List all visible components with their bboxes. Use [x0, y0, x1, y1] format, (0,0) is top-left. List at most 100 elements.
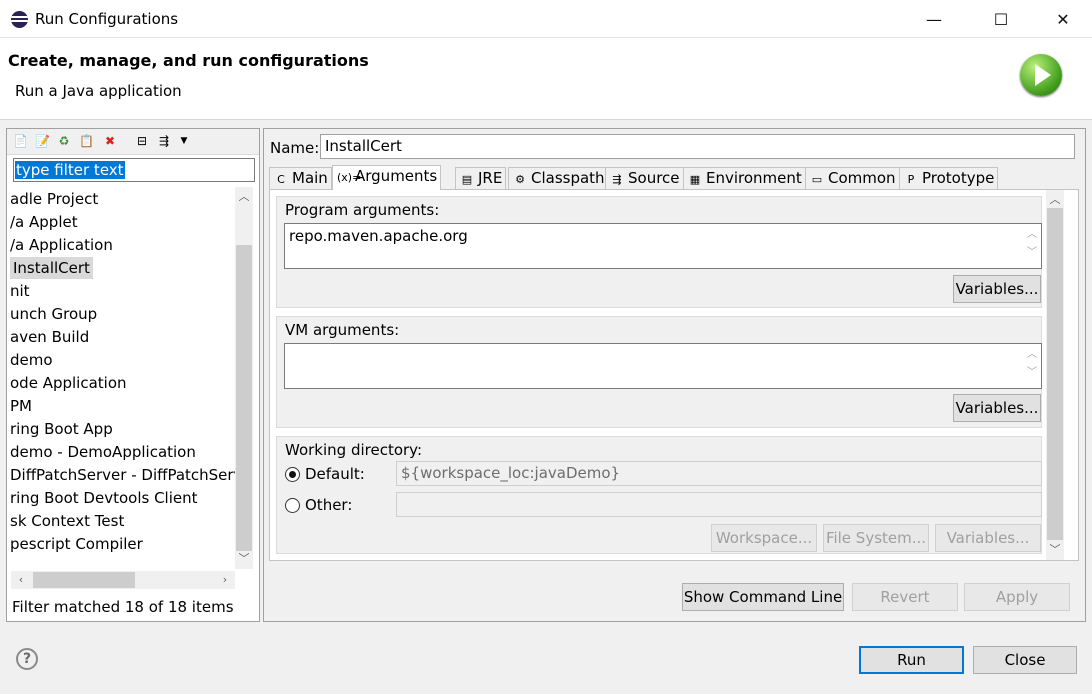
vm-arguments-input[interactable]: ︿ ﹀ [284, 343, 1042, 389]
tab-main-icon: C [277, 173, 285, 186]
dialog-subtitle: Run a Java application [15, 82, 182, 100]
program-arguments-value: repo.maven.apache.org [289, 227, 468, 245]
scroll-down-icon[interactable]: ﹀ [236, 551, 252, 567]
tab-source[interactable]: ⇶ Source [605, 167, 684, 189]
other-radio[interactable] [285, 498, 300, 513]
filter-text: type filter text [15, 161, 125, 179]
arguments-tab-panel: Program arguments: repo.maven.apache.org… [269, 189, 1079, 561]
tab-label: Arguments [355, 167, 438, 185]
panel-scroll-thumb[interactable] [1047, 208, 1063, 540]
configuration-list-pane: 📄 📝 ♻ 📋 ✖ ⊟ ⇶ ▼ type filter text adle Pr… [6, 128, 260, 622]
window-title: Run Configurations [35, 10, 179, 28]
tree-vertical-scrollbar[interactable]: ︿ ﹀ [235, 187, 253, 569]
vm-variables-button[interactable]: Variables... [953, 394, 1041, 422]
tree-item[interactable]: unch Group [10, 303, 97, 325]
view-menu-icon[interactable]: ▼ [177, 134, 191, 148]
workspace-button[interactable]: Workspace... [711, 524, 817, 552]
scroll-thumb-h[interactable] [33, 572, 135, 588]
tree-item[interactable]: aven Build [10, 326, 89, 348]
program-variables-button[interactable]: Variables... [953, 275, 1041, 303]
scroll-up-icon[interactable]: ︿ [236, 189, 252, 205]
tree-horizontal-scrollbar[interactable]: ‹ › [11, 571, 235, 589]
name-input[interactable]: InstallCert [320, 134, 1075, 159]
tree-item[interactable]: /a Applet [10, 211, 78, 233]
tab-jre[interactable]: ▤ JRE [455, 167, 507, 189]
list-toolbar: 📄 📝 ♻ 📋 ✖ ⊟ ⇶ ▼ [7, 129, 259, 155]
tab-prototype-icon: P [907, 173, 915, 186]
filter-status: Filter matched 18 of 18 items [12, 598, 234, 616]
tab-arguments-icon: (x)= [337, 171, 362, 184]
tree-item[interactable]: demo [10, 349, 53, 371]
scroll-left-icon[interactable]: ‹ [13, 572, 29, 588]
tree-item[interactable]: DiffPatchServer - DiffPatchServ [10, 464, 235, 486]
maximize-button[interactable]: ☐ [978, 0, 1024, 38]
new-config-icon[interactable]: 📄 [13, 134, 28, 148]
tree-item[interactable]: nit [10, 280, 30, 302]
dialog-title: Create, manage, and run configurations [8, 51, 369, 70]
tree-item[interactable]: ring Boot App [10, 418, 113, 440]
default-radio[interactable] [285, 467, 300, 482]
tab-prototype[interactable]: P Prototype [899, 167, 999, 189]
default-directory-input: ${workspace_loc:javaDemo} [396, 461, 1042, 486]
panel-vertical-scrollbar[interactable]: ︿ ﹀ [1046, 190, 1064, 560]
tab-arguments[interactable]: (x)=Arguments [332, 165, 442, 190]
tab-label: Prototype [922, 169, 995, 187]
tree-item[interactable]: /a Application [10, 234, 113, 256]
tab-label: Source [628, 169, 680, 187]
delete-icon[interactable]: ✖ [103, 134, 117, 148]
wd-variables-button[interactable]: Variables... [935, 524, 1041, 552]
run-icon [1020, 54, 1062, 96]
tree-item[interactable]: adle Project [10, 188, 98, 210]
filter-input[interactable]: type filter text [13, 158, 255, 182]
tree-item[interactable]: ring Boot Devtools Client [10, 487, 198, 509]
tree-item[interactable]: InstallCert [10, 257, 93, 279]
tab-classpath[interactable]: ⚙ Classpath [508, 167, 609, 189]
tab-environment[interactable]: ▦ Environment [683, 167, 806, 189]
textarea-scroll-icon[interactable]: ︿ ﹀ [1025, 226, 1039, 262]
other-directory-input [396, 492, 1042, 517]
tab-common-icon: ▭ [811, 173, 823, 186]
working-directory-group: Working directory: Default: ${workspace_… [276, 436, 1042, 554]
scroll-right-icon[interactable]: › [217, 572, 233, 588]
collapse-all-icon[interactable]: ⊟ [135, 134, 149, 148]
minimize-button[interactable]: — [911, 0, 957, 38]
panel-scroll-up-icon[interactable]: ︿ [1047, 192, 1063, 208]
tab-label: JRE [478, 169, 503, 187]
tab-label: Classpath [531, 169, 605, 187]
tree-item[interactable]: PM [10, 395, 32, 417]
vm-arguments-group: VM arguments: ︿ ﹀ Variables... [276, 316, 1042, 428]
show-command-line-button[interactable]: Show Command Line [682, 583, 844, 611]
program-arguments-input[interactable]: repo.maven.apache.org ︿ ﹀ [284, 223, 1042, 269]
filter-icon[interactable]: ⇶ [157, 134, 171, 148]
tree-item[interactable]: demo - DemoApplication [10, 441, 196, 463]
close-button[interactable]: Close [973, 646, 1077, 674]
tab-main[interactable]: C Main [269, 167, 332, 189]
duplicate-icon[interactable]: 📋 [79, 134, 94, 148]
close-window-button[interactable]: ✕ [1040, 0, 1086, 38]
help-icon[interactable]: ? [16, 648, 38, 670]
name-label: Name: [270, 139, 320, 157]
revert-button[interactable]: Revert [852, 583, 958, 611]
program-arguments-group: Program arguments: repo.maven.apache.org… [276, 196, 1042, 308]
tree-item[interactable]: pescript Compiler [10, 533, 143, 555]
tab-classpath-icon: ⚙ [515, 173, 525, 186]
eclipse-icon [11, 11, 28, 28]
new-prototype-icon[interactable]: 📝 [35, 134, 50, 148]
default-label: Default: [305, 465, 365, 483]
panel-scroll-down-icon[interactable]: ﹀ [1047, 542, 1063, 558]
scroll-thumb[interactable] [236, 245, 252, 551]
vm-textarea-scroll-icon[interactable]: ︿ ﹀ [1025, 346, 1039, 382]
file-system-button[interactable]: File System... [823, 524, 929, 552]
tree-item[interactable]: sk Context Test [10, 510, 124, 532]
export-icon[interactable]: ♻ [57, 134, 71, 148]
program-arguments-label: Program arguments: [285, 201, 440, 219]
run-button[interactable]: Run [859, 646, 964, 674]
tree-item[interactable]: ode Application [10, 372, 127, 394]
configuration-editor: Name: InstallCert C Main (x)=Arguments ▤ JRE… [263, 128, 1086, 622]
tab-label: Main [292, 169, 328, 187]
tab-bar: C Main (x)=Arguments ▤ JRE ⚙ Classpath ⇶ Source ▦… [269, 165, 1079, 190]
apply-button[interactable]: Apply [964, 583, 1070, 611]
tab-common[interactable]: ▭ Common [805, 167, 900, 189]
configuration-tree: adle Project/a Applet/a Application Insta… [7, 187, 235, 571]
dialog-header: Create, manage, and run configurations R… [0, 38, 1092, 120]
